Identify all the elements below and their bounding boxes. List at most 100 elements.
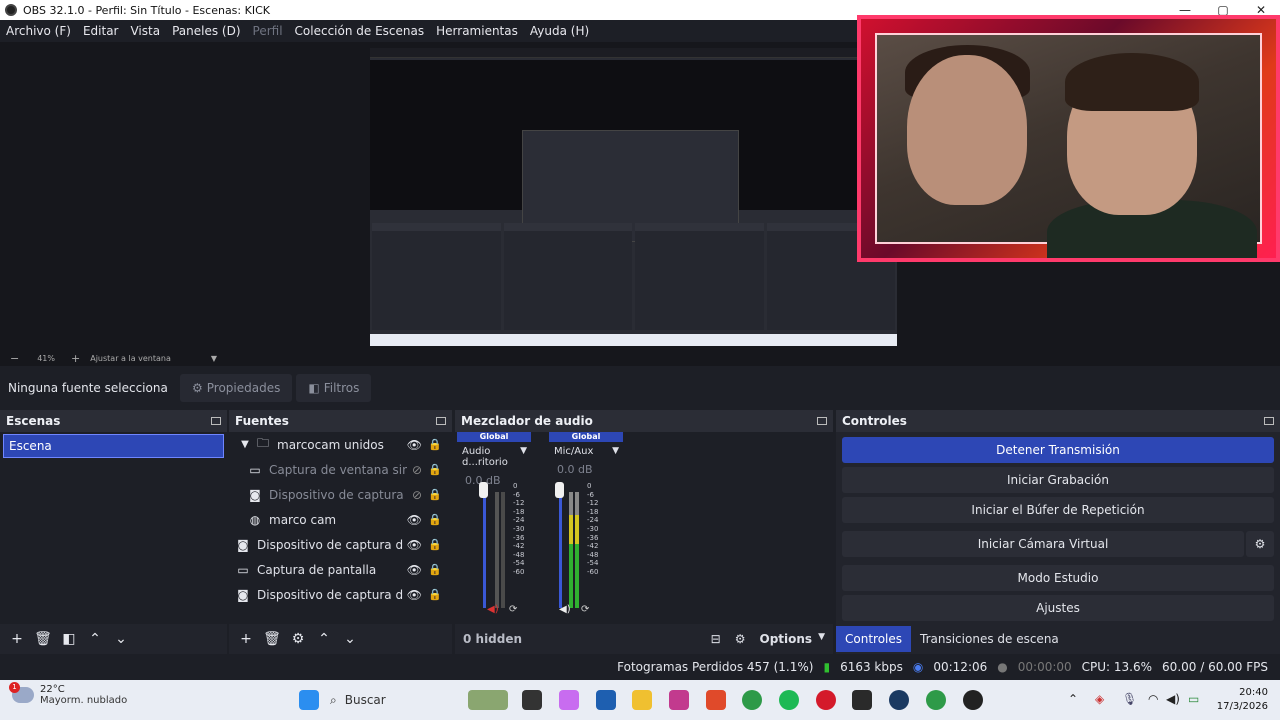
chevron-down-icon[interactable]: ▼ [520, 446, 527, 468]
menu-ayuda[interactable]: Ayuda (H) [524, 24, 595, 38]
zoom-fit-label[interactable]: Ajustar a la ventana [90, 354, 171, 363]
source-item[interactable]: ◍ marco cam 👁 🔒 [229, 507, 452, 532]
trash-icon[interactable]: 🗑 [261, 628, 283, 650]
chrome-icon[interactable] [926, 690, 946, 710]
tab-controles[interactable]: Controles [836, 626, 912, 652]
layout-icon[interactable]: ⊟ [711, 632, 721, 646]
chevron-down-icon[interactable]: ▼ [237, 439, 253, 450]
taskbar-clock[interactable]: 20:40 17/3/2026 [1217, 686, 1268, 714]
menu-coleccion[interactable]: Colección de Escenas [289, 24, 431, 38]
preview-canvas[interactable] [370, 48, 897, 346]
filter-icon[interactable]: ◧ [58, 628, 80, 650]
lock-icon[interactable]: 🔒 [428, 563, 442, 576]
lock-icon[interactable]: 🔒 [428, 588, 442, 601]
eye-icon[interactable]: 👁 [407, 588, 422, 602]
properties-button[interactable]: ⚙ Propiedades [180, 374, 293, 402]
eye-icon[interactable]: 👁 [407, 538, 422, 552]
lock-icon[interactable]: 🔒 [428, 438, 442, 451]
menu-herramientas[interactable]: Herramientas [430, 24, 524, 38]
lock-icon[interactable]: 🔒 [428, 488, 442, 501]
sources-header: Fuentes [229, 410, 452, 432]
terminal-icon[interactable] [852, 690, 872, 710]
undock-icon[interactable] [211, 417, 221, 425]
zoom-in-button[interactable]: + [71, 352, 80, 365]
sources-title: Fuentes [235, 414, 289, 428]
muted-speaker-icon[interactable]: ◀) [487, 604, 499, 615]
tray-app-icon[interactable]: ◈ [1095, 692, 1104, 706]
zoom-dropdown-icon[interactable]: ▼ [211, 354, 217, 363]
menu-vista[interactable]: Vista [124, 24, 166, 38]
chrome-icon[interactable] [742, 690, 762, 710]
source-item[interactable]: ▭ Captura de pantalla 👁 🔒 [229, 557, 452, 582]
zoom-out-button[interactable]: − [10, 352, 19, 365]
gear-icon[interactable]: ⚙ [735, 632, 746, 646]
source-item[interactable]: ◙ Dispositivo de captura de video 👁 🔒 [229, 532, 452, 557]
undock-icon[interactable] [1264, 417, 1274, 425]
source-item[interactable]: ◙ Dispositivo de captura de video 👁 🔒 [229, 582, 452, 607]
source-item[interactable]: ▼ 🗀 marcocam unidos 👁 🔒 [229, 432, 452, 457]
windows-start-icon[interactable] [299, 690, 319, 710]
volume-knob[interactable] [555, 482, 564, 498]
eye-icon[interactable]: 👁 [407, 563, 422, 577]
advanced-audio-icon[interactable]: ⟳ [581, 604, 589, 615]
volume-icon[interactable]: ◀) [1166, 692, 1180, 706]
task-view-icon[interactable] [522, 690, 542, 710]
eye-icon[interactable]: 👁 [407, 438, 422, 452]
speaker-icon[interactable]: ◀) [559, 604, 571, 615]
volume-slider[interactable] [483, 488, 486, 608]
obs-icon[interactable] [963, 690, 983, 710]
studio-mode-button[interactable]: Modo Estudio [842, 565, 1274, 591]
start-recording-button[interactable]: Iniciar Grabación [842, 467, 1274, 493]
scene-item[interactable]: Escena [3, 434, 224, 458]
menu-editar[interactable]: Editar [77, 24, 125, 38]
move-up-icon[interactable]: ⌃ [313, 628, 335, 650]
file-explorer-icon[interactable] [632, 690, 652, 710]
microphone-icon[interactable]: 🎙 [1122, 692, 1137, 706]
opera-icon[interactable] [816, 690, 836, 710]
copilot-icon[interactable] [559, 690, 579, 710]
settings-button[interactable]: Ajustes [842, 595, 1274, 621]
move-down-icon[interactable]: ⌄ [339, 628, 361, 650]
start-replay-buffer-button[interactable]: Iniciar el Búfer de Repetición [842, 497, 1274, 523]
move-down-icon[interactable]: ⌄ [110, 628, 132, 650]
lock-icon[interactable]: 🔒 [428, 463, 442, 476]
wifi-icon[interactable]: ◠ [1148, 692, 1158, 706]
undock-icon[interactable] [436, 417, 446, 425]
add-source-icon[interactable]: + [235, 628, 257, 650]
chevron-down-icon[interactable]: ▼ [612, 446, 619, 457]
spotify-icon[interactable] [779, 690, 799, 710]
source-item[interactable]: ◙ Dispositivo de captura de video ⊘ 🔒 [229, 482, 452, 507]
volume-knob[interactable] [479, 482, 488, 498]
move-up-icon[interactable]: ⌃ [84, 628, 106, 650]
eye-hidden-icon[interactable]: ⊘ [412, 488, 422, 502]
app-icon[interactable] [706, 690, 726, 710]
menu-archivo[interactable]: Archivo (F) [0, 24, 77, 38]
source-item[interactable]: ▭ Captura de ventana singular ⊘ 🔒 [229, 457, 452, 482]
steam-icon[interactable] [889, 690, 909, 710]
store-icon[interactable] [596, 690, 616, 710]
gear-icon[interactable]: ⚙ [287, 628, 309, 650]
lock-icon[interactable]: 🔒 [428, 538, 442, 551]
eye-icon[interactable]: 👁 [407, 513, 422, 527]
tab-transiciones[interactable]: Transiciones de escena [911, 626, 1068, 652]
undock-icon[interactable] [817, 417, 827, 425]
filters-label: Filtros [323, 381, 360, 395]
eye-hidden-icon[interactable]: ⊘ [412, 463, 422, 477]
menu-paneles[interactable]: Paneles (D) [166, 24, 246, 38]
trash-icon[interactable]: 🗑 [32, 628, 54, 650]
weather-widget[interactable]: 1 22°C Mayorm. nublado [9, 682, 127, 706]
menu-perfil[interactable]: Perfil [247, 24, 289, 38]
clock-date: 17/3/2026 [1216, 701, 1268, 712]
app-icon[interactable] [669, 690, 689, 710]
volume-slider[interactable] [559, 488, 562, 608]
advanced-audio-icon[interactable]: ⟳ [509, 604, 517, 615]
lock-icon[interactable]: 🔒 [428, 513, 442, 526]
tray-chevron-icon[interactable]: ⌃ [1068, 692, 1078, 706]
options-button[interactable]: Options ▼ [760, 632, 826, 646]
filters-button[interactable]: ◧ Filtros [296, 374, 372, 402]
start-virtual-camera-button[interactable]: Iniciar Cámara Virtual [842, 531, 1244, 557]
virtual-camera-settings-icon[interactable]: ⚙ [1246, 531, 1274, 557]
add-scene-icon[interactable]: + [6, 628, 28, 650]
stop-stream-button[interactable]: Detener Transmisión [842, 437, 1274, 463]
battery-icon[interactable]: ▭ [1188, 692, 1199, 706]
